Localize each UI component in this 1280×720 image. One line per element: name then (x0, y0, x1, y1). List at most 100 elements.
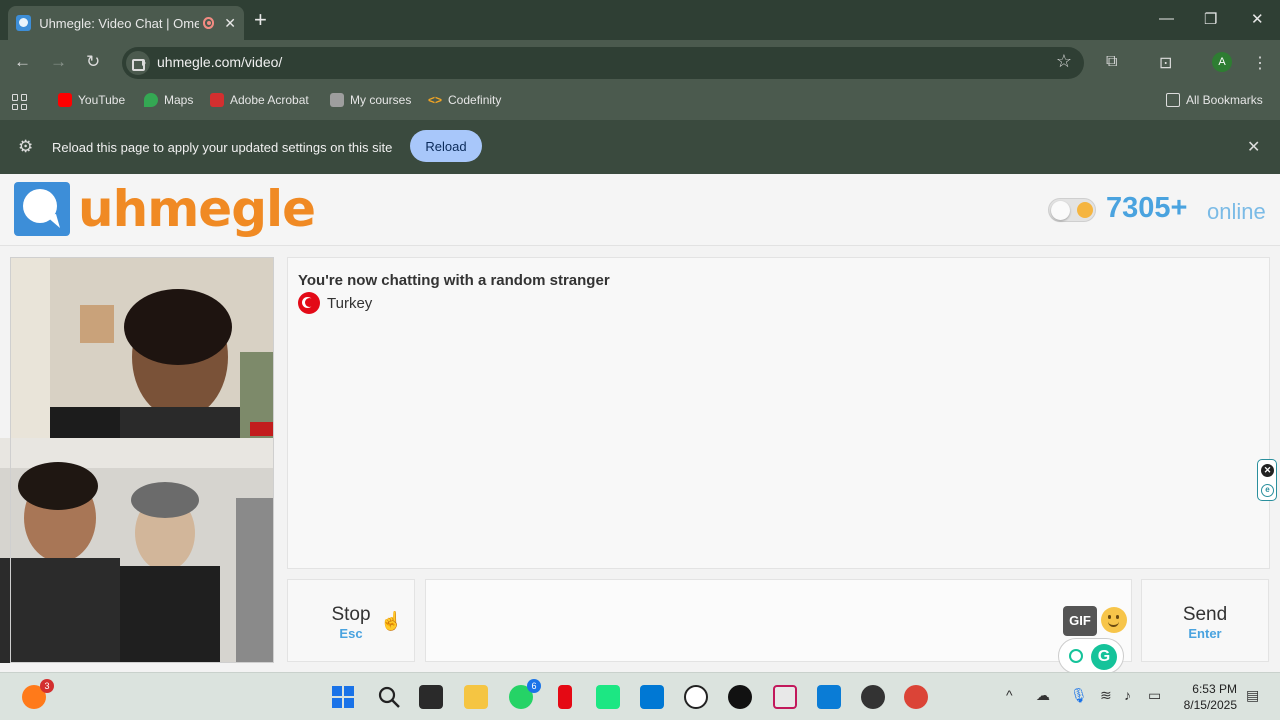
lightbulb-icon[interactable] (1069, 649, 1083, 663)
wifi-icon[interactable]: ≋ (1100, 687, 1112, 704)
profile-avatar[interactable]: A (1212, 52, 1232, 72)
message-input[interactable]: GIF (425, 579, 1132, 662)
snipping-tool-icon[interactable] (773, 685, 797, 709)
volume-icon[interactable]: ♪ (1124, 687, 1131, 703)
bookmarks-bar: YouTube Maps Adobe Acrobat My courses <>… (0, 86, 1280, 120)
bookmark-adobe-acrobat[interactable]: Adobe Acrobat (210, 93, 309, 107)
emoji-icon[interactable] (1101, 607, 1127, 633)
tab-strip: Uhmegle: Video Chat | Omegle Alternative… (0, 0, 1280, 40)
back-icon[interactable]: ← (14, 52, 31, 72)
acrobat-icon (210, 93, 224, 107)
whatsapp-icon[interactable]: 6 (509, 679, 541, 709)
grammarly-icon[interactable]: G (1091, 644, 1117, 670)
bookmark-youtube[interactable]: YouTube (58, 93, 125, 107)
uhmegle-page: uhmegle 7305+ online You're now chatting… (0, 174, 1280, 674)
country-name: Turkey (327, 294, 373, 312)
chrome-icon[interactable] (904, 685, 928, 709)
tiktok-icon[interactable] (728, 685, 752, 709)
stranger-video-frame (10, 257, 274, 443)
onedrive-icon[interactable]: ☁ (1036, 687, 1050, 704)
bookmark-label: YouTube (78, 93, 126, 107)
send-button[interactable]: Send Enter (1141, 579, 1269, 662)
moon-icon (1077, 202, 1093, 218)
screen: Uhmegle: Video Chat | Omegle Alternative… (0, 0, 1280, 720)
self-video-frame (0, 438, 274, 663)
reload-button[interactable]: Reload (410, 130, 482, 162)
bookmark-label: Codefinity (448, 93, 502, 107)
chatgpt-icon[interactable] (684, 685, 708, 709)
turkey-flag-icon (298, 292, 320, 314)
minimize-icon[interactable]: — (1159, 10, 1174, 27)
toggle-knob (1051, 201, 1070, 220)
codefinity-icon: <> (428, 93, 443, 107)
tab-close-icon[interactable]: ✕ (224, 15, 236, 32)
tab-title: Uhmegle: Video Chat | Omegle Alternative (39, 15, 199, 31)
all-bookmarks[interactable]: All Bookmarks (1166, 93, 1263, 107)
clock-time: 6:53 PM (1192, 682, 1237, 696)
refresh-icon[interactable]: ↻ (86, 52, 100, 72)
hulu-icon[interactable] (596, 685, 620, 709)
extensions-icon[interactable]: ⧉ (1106, 53, 1117, 71)
online-label: online (1207, 199, 1266, 224)
send-label: Send (1182, 604, 1228, 625)
menu-kebab-icon[interactable]: ⋮ (1252, 53, 1268, 73)
recording-indicator-icon (202, 17, 215, 29)
netflix-icon[interactable] (558, 685, 572, 709)
browser-toolbar: ← → ↻ uhmegle.com/video/ ☆ ⧉ ⊡ A ⋮ (0, 40, 1280, 86)
forward-icon[interactable]: → (50, 52, 67, 72)
windows-taskbar: 3 6 ^ ☁ 🎙 ≋ ♪ ▭ 6:53 PM 8/15/2025 ▤ (0, 672, 1280, 720)
bookmark-label: My courses (350, 93, 412, 107)
bookmark-label: Maps (164, 93, 194, 107)
uhmegle-logo-icon[interactable] (12, 180, 72, 238)
whatsapp-badge: 6 (527, 679, 541, 693)
search-icon[interactable] (377, 685, 401, 709)
widget-extension-icon[interactable]: e (1261, 484, 1274, 497)
task-view-icon[interactable] (419, 685, 443, 709)
courses-icon (330, 93, 344, 107)
microphone-icon[interactable]: 🎙 (1070, 687, 1088, 704)
chat-status-message: You're now chatting with a random strang… (298, 272, 610, 289)
address-bar[interactable]: uhmegle.com/video/ ☆ (122, 47, 1084, 79)
bookmark-codefinity[interactable]: <> Codefinity (428, 93, 501, 107)
clock-date: 8/15/2025 (1183, 698, 1237, 712)
dark-mode-toggle[interactable] (1048, 198, 1096, 222)
start-icon[interactable] (331, 685, 355, 709)
bookmark-star-icon[interactable]: ☆ (1056, 51, 1072, 72)
firefox-icon[interactable]: 3 (22, 679, 54, 709)
infobar-close-icon[interactable]: ✕ (1247, 137, 1260, 157)
gif-button[interactable]: GIF (1063, 606, 1097, 636)
url-text: uhmegle.com/video/ (157, 54, 283, 70)
vscode-icon[interactable] (817, 685, 841, 709)
all-bookmarks-label: All Bookmarks (1186, 93, 1263, 107)
file-explorer-icon[interactable] (464, 685, 488, 709)
bookmark-label: Adobe Acrobat (230, 93, 309, 107)
camera-permission-icon[interactable] (126, 51, 150, 75)
restore-icon[interactable]: ❐ (1204, 10, 1217, 28)
send-shortcut: Enter (1188, 626, 1222, 641)
logo-text[interactable]: uhmegle (78, 180, 316, 238)
obs-icon[interactable] (861, 685, 885, 709)
online-count: 7305+ (1106, 192, 1188, 224)
maps-icon (144, 93, 158, 107)
bookmark-my-courses[interactable]: My courses (330, 93, 411, 107)
site-header: uhmegle 7305+ online (0, 174, 1280, 246)
tab-search-icon[interactable]: ⊡ (1159, 53, 1172, 73)
browser-tab[interactable]: Uhmegle: Video Chat | Omegle Alternative… (8, 6, 244, 40)
side-widget: ✕ e (1257, 459, 1277, 501)
notifications-icon[interactable]: ▤ (1246, 687, 1259, 704)
new-tab-icon[interactable]: + (254, 8, 267, 32)
clock[interactable]: 6:53 PM 8/15/2025 (1183, 681, 1237, 713)
grammarly-widget[interactable]: G (1058, 638, 1124, 674)
folder-icon (1166, 93, 1180, 107)
gear-icon: ⚙ (18, 137, 34, 156)
microsoft-store-icon[interactable] (640, 685, 664, 709)
firefox-badge: 3 (40, 679, 54, 693)
bookmark-maps[interactable]: Maps (144, 93, 193, 107)
tray-overflow-icon[interactable]: ^ (1006, 687, 1013, 703)
battery-icon[interactable]: ▭ (1148, 687, 1161, 704)
apps-grid-icon[interactable] (12, 94, 28, 110)
stranger-country: Turkey (298, 292, 372, 314)
widget-close-icon[interactable]: ✕ (1261, 464, 1274, 477)
window-close-icon[interactable]: ✕ (1251, 10, 1264, 28)
uhmegle-favicon-icon (16, 15, 32, 31)
